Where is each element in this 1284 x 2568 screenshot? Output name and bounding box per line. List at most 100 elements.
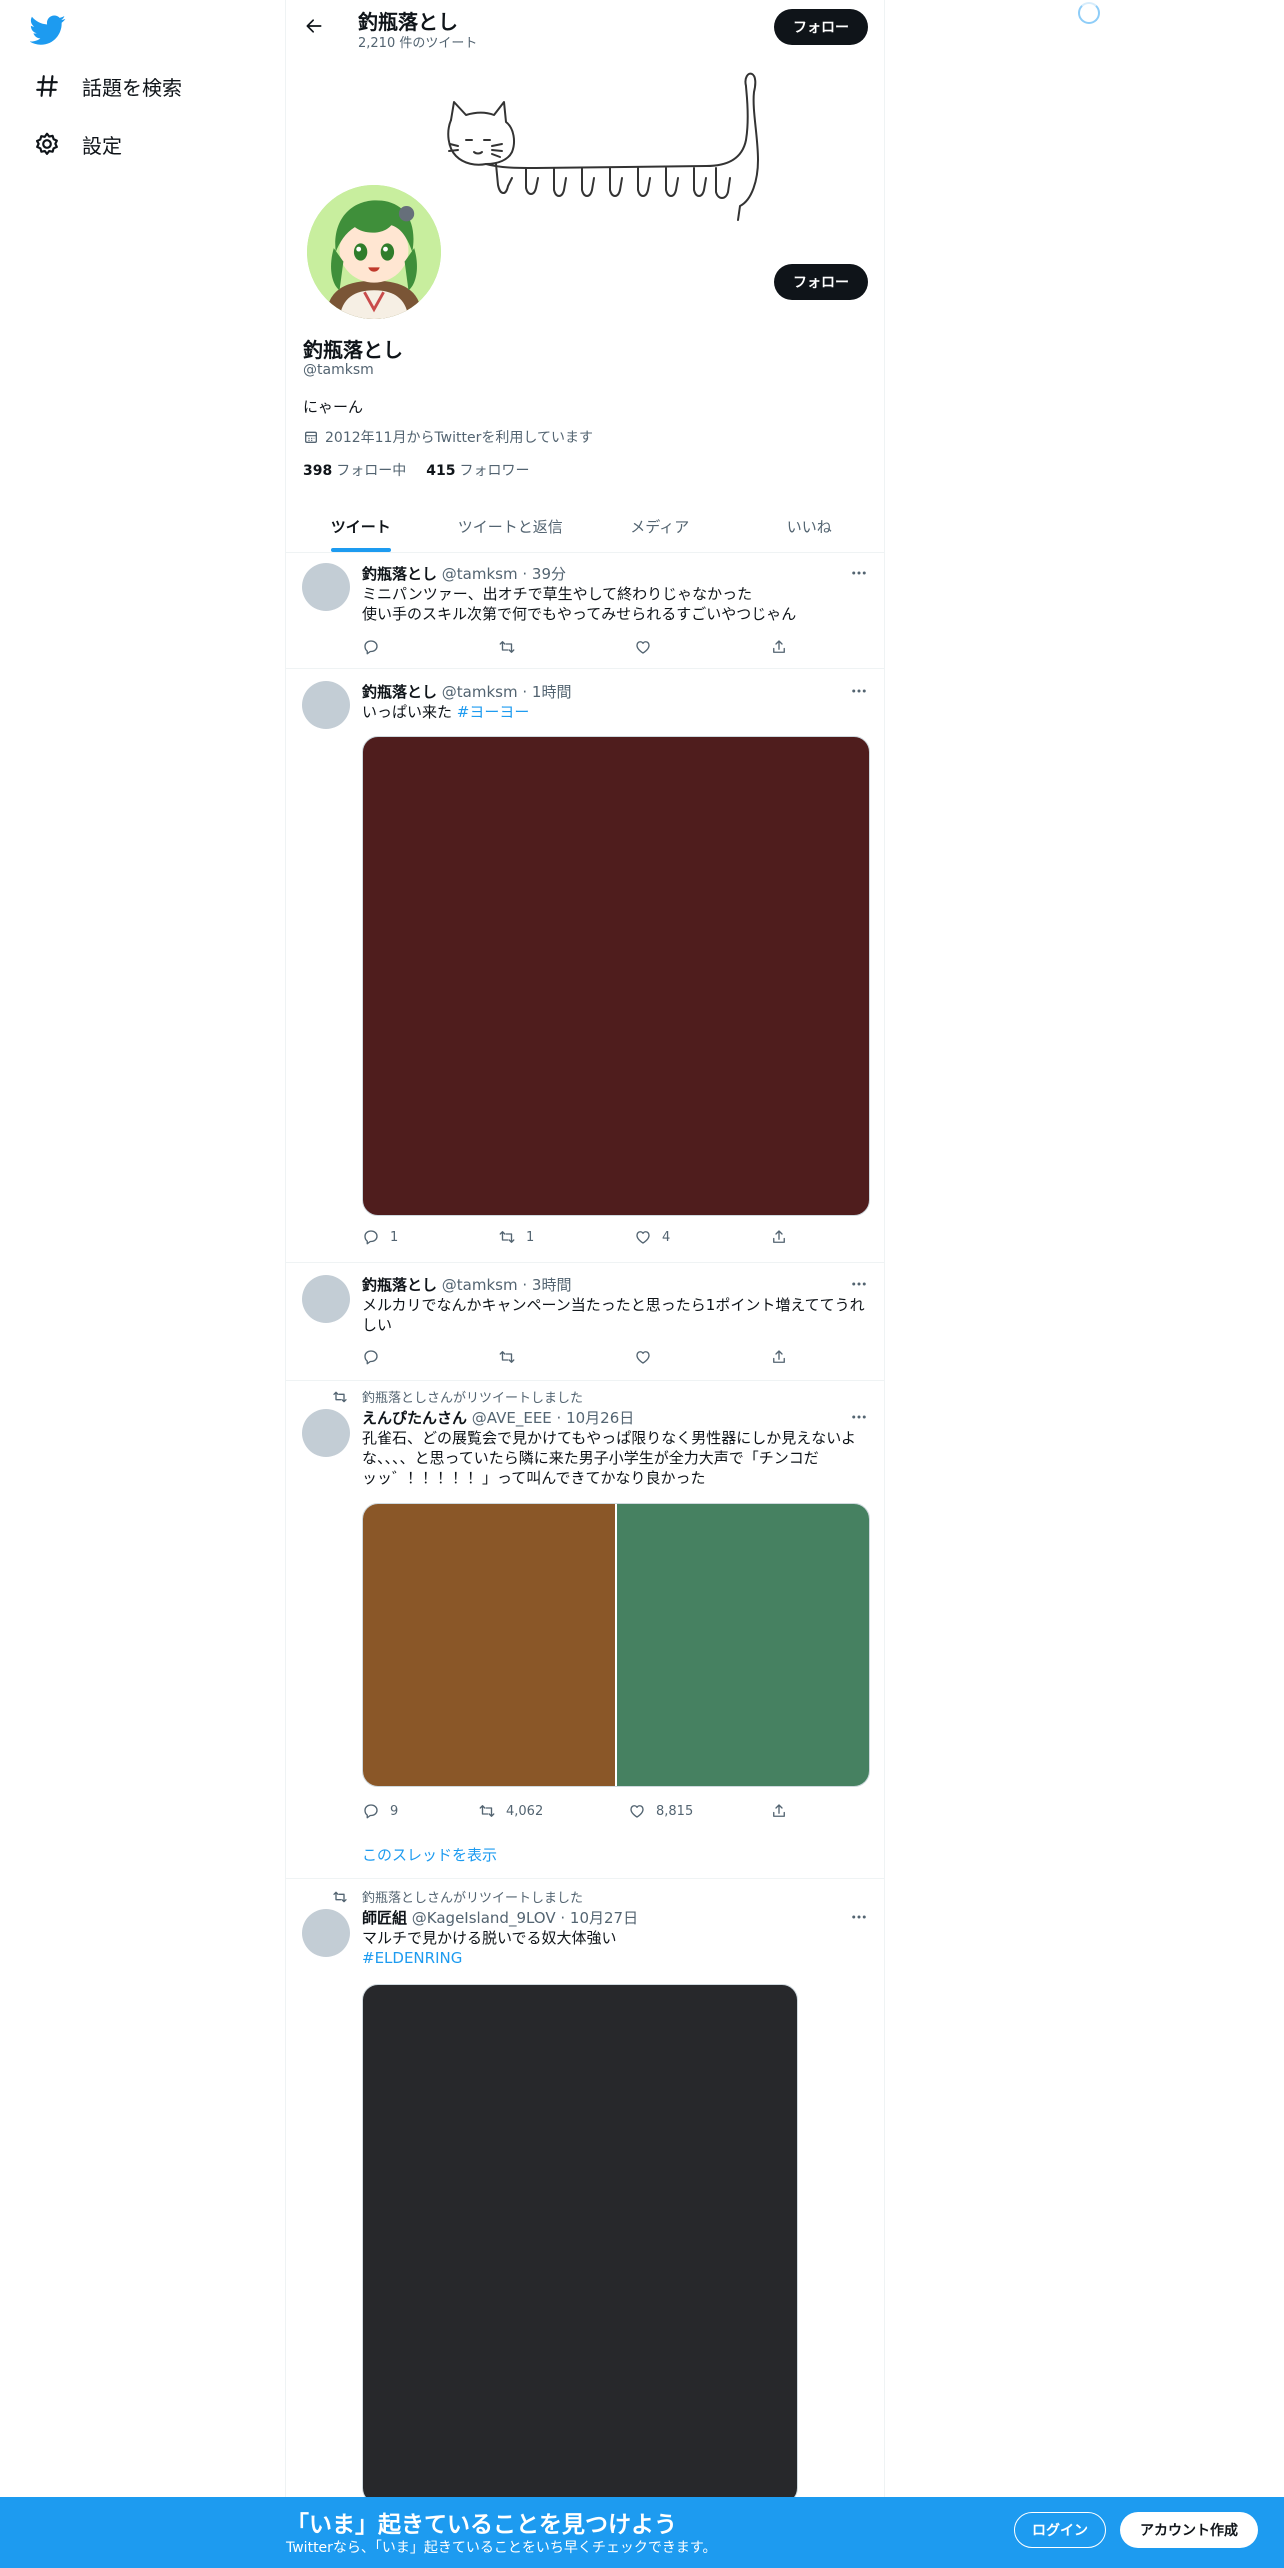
tweet-text-line: しい xyxy=(362,1316,393,1334)
reply-icon xyxy=(364,1230,378,1245)
retweet-indicator-text[interactable]: 釣瓶落としさんがリツイートしました xyxy=(362,1887,583,1906)
tab-tweets-and-replies[interactable]: ツイートと返信 xyxy=(436,500,586,552)
media-image-1[interactable] xyxy=(363,1504,615,1786)
tweet-text: ミニパンツァー、出オチで草生やして終わりじゃなかった 使い手のスキル次第で何でも… xyxy=(362,584,870,624)
tweet-author[interactable]: 釣瓶落とし xyxy=(362,565,437,583)
tab-tweets[interactable]: ツイート xyxy=(286,500,436,552)
hashtag-link[interactable]: #ヨーヨー xyxy=(457,703,530,721)
login-button[interactable]: ログイン xyxy=(1014,2512,1106,2548)
tweet-text-line: ッッ゛！！！！！」って叫んできてかなり良かった xyxy=(362,1469,706,1487)
tweet-media[interactable] xyxy=(362,1984,798,2504)
tweet-meta: @KageIsland_9LOV · 10月27日 xyxy=(411,1909,639,1927)
tweet[interactable]: 釣瓶落とし @tamksm · 39分 ミニパンツァー、出オチで草生やして終わり… xyxy=(286,553,884,669)
tweet-actions xyxy=(362,637,787,657)
retweet-button[interactable] xyxy=(498,1347,526,1367)
share-button[interactable] xyxy=(770,1227,788,1247)
share-icon xyxy=(773,1350,785,1363)
share-icon xyxy=(773,1230,785,1243)
reply-icon xyxy=(364,1350,378,1365)
reply-button[interactable] xyxy=(362,1347,390,1367)
header-tweet-count: 2,210 件のツイート xyxy=(358,36,478,51)
tab-media[interactable]: メディア xyxy=(585,500,735,552)
back-arrow-icon[interactable] xyxy=(300,12,328,40)
tweet-avatar[interactable] xyxy=(302,1275,350,1323)
profile-handle: @tamksm xyxy=(303,362,374,378)
retweet-icon xyxy=(499,641,515,653)
tweet-actions: 1 1 4 xyxy=(362,1227,787,1247)
reply-button[interactable] xyxy=(362,637,390,657)
tweet-author[interactable]: えんぴたんさん xyxy=(362,1409,467,1427)
tweet-actions xyxy=(362,1347,787,1367)
gear-icon xyxy=(35,132,58,155)
share-icon xyxy=(773,1804,785,1817)
reply-icon xyxy=(364,1804,378,1819)
reply-icon xyxy=(364,640,378,655)
retweet-button[interactable] xyxy=(498,637,526,657)
following-link[interactable]: 398 フォロー中 xyxy=(303,460,406,480)
signup-button[interactable]: アカウント作成 xyxy=(1120,2512,1258,2548)
like-button[interactable]: 8,815 xyxy=(628,1801,693,1821)
share-button[interactable] xyxy=(770,637,788,657)
tweet-header: 釣瓶落とし @tamksm · 1時間 xyxy=(362,681,571,702)
retweet-count: 1 xyxy=(526,1229,535,1245)
reply-button[interactable]: 9 xyxy=(362,1801,398,1821)
top-bar: 釣瓶落とし 2,210 件のツイート フォロー xyxy=(286,0,884,53)
twitter-logo-icon[interactable] xyxy=(29,12,66,48)
like-button[interactable] xyxy=(634,1347,662,1367)
media-image-2[interactable] xyxy=(617,1504,869,1786)
retweet-button[interactable]: 4,062 xyxy=(478,1801,543,1821)
profile-follow-button[interactable]: フォロー xyxy=(774,264,868,300)
tweet[interactable]: 釣瓶落としさんがリツイートしました えんぴたんさん @AVE_EEE · 10月… xyxy=(286,1381,884,1879)
tweet-meta: @AVE_EEE · 10月26日 xyxy=(471,1409,635,1427)
tweet-meta: @tamksm · 3時間 xyxy=(441,1276,572,1294)
tweet-avatar[interactable] xyxy=(302,1909,350,1957)
share-button[interactable] xyxy=(770,1347,788,1367)
tweet[interactable]: 釣瓶落とし @tamksm · 1時間 いっぱい来た #ヨーヨー 1 1 4 xyxy=(286,669,884,1263)
tweet[interactable]: 釣瓶落とし @tamksm · 3時間 メルカリでなんかキャンペーン当たったと思… xyxy=(286,1263,884,1381)
bottom-bar-subtitle: Twitterなら、「いま」起きていることをいち早くチェックできます。 xyxy=(286,2540,717,2556)
retweet-indicator: 釣瓶落としさんがリツイートしました xyxy=(333,1887,583,1906)
profile-joined-text: 2012年11月からTwitterを利用しています xyxy=(325,430,593,446)
tweet-text: メルカリでなんかキャンペーン当たったと思ったら1ポイント増えててうれ しい xyxy=(362,1295,870,1335)
tweet-avatar[interactable] xyxy=(302,1409,350,1457)
tweet-text: 孔雀石、どの展覧会で見かけてもやっぱ限りなく男性器にしか見えないよ な、、、、と… xyxy=(362,1428,870,1488)
tweet-author[interactable]: 師匠組 xyxy=(362,1909,407,1927)
tweet-media[interactable] xyxy=(362,1503,870,1787)
tweet-avatar[interactable] xyxy=(302,563,350,611)
profile-bio: にゃーん xyxy=(303,398,364,416)
reply-button[interactable]: 1 xyxy=(362,1227,398,1247)
like-button[interactable]: 4 xyxy=(634,1227,670,1247)
tweet-text-line: ミニパンツァー、出オチで草生やして終わりじゃなかった xyxy=(362,585,753,603)
tweet-author[interactable]: 釣瓶落とし xyxy=(362,1276,437,1294)
more-icon[interactable] xyxy=(848,563,870,583)
share-icon xyxy=(773,640,785,653)
tweet-actions: 9 4,062 8,815 xyxy=(362,1801,787,1821)
profile-avatar[interactable] xyxy=(304,182,444,322)
tweet[interactable]: 釣瓶落としさんがリツイートしました 師匠組 @KageIsland_9LOV ·… xyxy=(286,1879,884,2504)
like-button[interactable] xyxy=(634,637,662,657)
tweet-avatar[interactable] xyxy=(302,681,350,729)
tweet-author[interactable]: 釣瓶落とし xyxy=(362,683,437,701)
more-icon[interactable] xyxy=(848,1407,870,1427)
followers-count: 415 xyxy=(426,463,456,479)
nav-explore[interactable]: 話題を検索 xyxy=(34,64,182,108)
tab-likes[interactable]: いいね xyxy=(735,500,885,552)
more-icon[interactable] xyxy=(848,681,870,701)
share-button[interactable] xyxy=(770,1801,788,1821)
nav-settings-label: 設定 xyxy=(82,133,122,158)
like-count: 8,815 xyxy=(656,1803,694,1819)
hashtag-link[interactable]: #ELDENRING xyxy=(362,1948,870,1968)
retweet-indicator-text[interactable]: 釣瓶落としさんがリツイートしました xyxy=(362,1387,583,1406)
more-icon[interactable] xyxy=(848,1907,870,1927)
retweet-button[interactable]: 1 xyxy=(498,1227,534,1247)
tweet-media[interactable] xyxy=(362,736,870,1216)
header-follow-button[interactable]: フォロー xyxy=(774,9,868,45)
following-count: 398 xyxy=(303,463,333,479)
profile-joined: 2012年11月からTwitterを利用しています xyxy=(303,427,593,447)
heart-icon xyxy=(636,641,650,654)
show-thread-link[interactable]: このスレッドを表示 xyxy=(362,1844,497,1865)
followers-link[interactable]: 415 フォロワー xyxy=(426,460,529,480)
nav-settings[interactable]: 設定 xyxy=(34,122,122,166)
tweet-header: 師匠組 @KageIsland_9LOV · 10月27日 xyxy=(362,1907,638,1928)
more-icon[interactable] xyxy=(848,1274,870,1294)
